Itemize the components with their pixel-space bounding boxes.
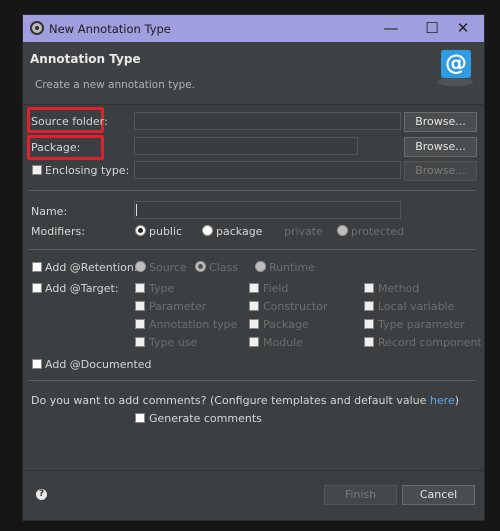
add-documented-checkbox[interactable] — [32, 359, 42, 369]
title-bar: New Annotation Type — ☐ ✕ — [23, 15, 484, 42]
text-caret — [136, 204, 137, 216]
modifier-public-radio[interactable] — [135, 225, 146, 236]
enclosing-type-input — [134, 161, 401, 179]
comments-close-paren: ) — [454, 394, 460, 407]
dialog-window: New Annotation Type — ☐ ✕ Annotation Typ… — [23, 15, 484, 520]
generate-comments-label: Generate comments — [149, 412, 262, 425]
modifier-package-label: package — [216, 225, 263, 238]
target-field-label: Field — [263, 282, 289, 295]
target-method-label: Method — [378, 282, 420, 295]
target-checkbox — [249, 283, 259, 293]
logo-shadow — [437, 78, 473, 86]
target-type-use-label: Type use — [149, 336, 198, 349]
add-retention-label: Add @Retention: — [45, 261, 138, 274]
target-checkbox — [364, 319, 374, 329]
annotation-logo-icon: @ — [441, 50, 471, 78]
target-annotation-type-label: Annotation type — [149, 318, 238, 331]
add-retention-checkbox[interactable] — [32, 262, 42, 272]
target-checkbox — [249, 337, 259, 347]
target-checkbox — [135, 337, 145, 347]
target-package-label: Package — [263, 318, 309, 331]
target-checkbox — [135, 301, 145, 311]
name-input[interactable] — [134, 201, 401, 219]
retention-source-label: Source — [149, 261, 187, 274]
modifier-private-label: private — [284, 225, 323, 238]
add-target-label: Add @Target: — [45, 282, 119, 295]
target-record-component-label: Record component — [378, 336, 482, 349]
target-checkbox — [364, 337, 374, 347]
retention-runtime-label: Runtime — [269, 261, 315, 274]
separator — [28, 190, 476, 191]
page-title: Annotation Type — [30, 52, 141, 66]
target-checkbox — [364, 283, 374, 293]
page-description: Create a new annotation type. — [35, 79, 196, 91]
maximize-button[interactable]: ☐ — [421, 15, 443, 42]
modifier-package-radio[interactable] — [202, 225, 213, 236]
modifier-protected-radio — [337, 225, 348, 236]
source-folder-label: Source folder: — [31, 115, 108, 128]
wizard-header: Annotation Type Create a new annotation … — [23, 42, 484, 105]
browse-package-button[interactable]: Browse... — [404, 137, 477, 157]
comments-question-text: Do you want to add comments? (Configure … — [31, 394, 430, 407]
configure-templates-link[interactable]: here — [430, 394, 455, 407]
target-module-label: Module — [263, 336, 303, 349]
retention-class-radio — [195, 261, 206, 272]
target-checkbox — [135, 319, 145, 329]
target-checkbox — [249, 319, 259, 329]
enclosing-type-label: Enclosing type: — [45, 164, 130, 177]
target-local-variable-label: Local variable — [378, 300, 455, 313]
footer-separator — [23, 470, 484, 471]
target-checkbox — [364, 301, 374, 311]
target-type-parameter-label: Type parameter — [378, 318, 465, 331]
retention-source-radio — [135, 261, 146, 272]
target-checkbox — [135, 283, 145, 293]
eclipse-icon — [30, 21, 44, 35]
help-icon[interactable]: ? — [36, 489, 47, 500]
source-folder-input[interactable] — [134, 112, 401, 130]
add-documented-label: Add @Documented — [45, 358, 152, 371]
add-target-checkbox[interactable] — [32, 283, 42, 293]
package-label: Package: — [31, 141, 81, 154]
modifier-public-label: public — [149, 225, 183, 238]
retention-class-label: Class — [209, 261, 238, 274]
target-constructor-label: Constructor — [263, 300, 328, 313]
generate-comments-checkbox[interactable] — [135, 413, 145, 423]
package-input[interactable] — [134, 137, 358, 155]
cancel-button[interactable]: Cancel — [402, 485, 475, 505]
comments-question: Do you want to add comments? (Configure … — [31, 394, 459, 407]
target-checkbox — [249, 301, 259, 311]
separator — [28, 380, 476, 381]
retention-runtime-radio — [255, 261, 266, 272]
finish-button: Finish — [324, 485, 397, 505]
modifier-protected-label: protected — [351, 225, 405, 238]
name-label: Name: — [31, 205, 68, 218]
browse-source-button[interactable]: Browse... — [404, 112, 477, 132]
window-title: New Annotation Type — [49, 22, 171, 36]
browse-enclosing-button: Browse... — [404, 161, 477, 181]
target-type-label: Type — [149, 282, 175, 295]
enclosing-type-checkbox[interactable] — [32, 165, 42, 175]
separator — [28, 249, 476, 250]
target-parameter-label: Parameter — [149, 300, 207, 313]
modifiers-label: Modifiers: — [31, 225, 85, 238]
close-button[interactable]: ✕ — [443, 15, 483, 42]
